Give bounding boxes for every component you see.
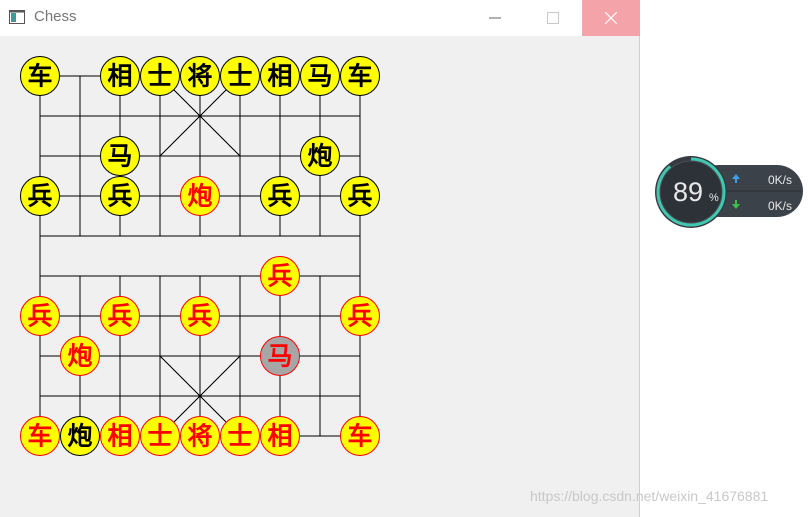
- piece-black-cannon-right[interactable]: 炮: [300, 136, 340, 176]
- piece-red-soldier-3[interactable]: 兵: [180, 296, 220, 336]
- piece-label: 士: [227, 62, 252, 91]
- piece-red-horse-selected[interactable]: 马: [260, 336, 300, 376]
- piece-red-advisor-right[interactable]: 士: [220, 416, 260, 456]
- piece-red-soldier-5[interactable]: 兵: [340, 296, 380, 336]
- piece-label: 车: [27, 422, 52, 451]
- piece-label: 炮: [67, 342, 92, 371]
- piece-red-chariot-right[interactable]: 车: [340, 416, 380, 456]
- piece-black-advisor-right[interactable]: 士: [220, 56, 260, 96]
- network-monitor-graphic: 89 % 0K/s 0K/s: [655, 156, 803, 228]
- piece-red-soldier-2[interactable]: 兵: [100, 296, 140, 336]
- piece-black-soldier-1[interactable]: 兵: [20, 176, 60, 216]
- piece-black-elephant-left[interactable]: 相: [100, 56, 140, 96]
- piece-red-cannon-advanced[interactable]: 炮: [180, 176, 220, 216]
- piece-label: 士: [147, 62, 172, 91]
- piece-red-general[interactable]: 将: [180, 416, 220, 456]
- piece-label: 车: [27, 62, 52, 91]
- piece-label: 兵: [347, 182, 372, 211]
- piece-black-chariot-left[interactable]: 车: [20, 56, 60, 96]
- piece-red-soldier-1[interactable]: 兵: [20, 296, 60, 336]
- piece-black-advisor-left[interactable]: 士: [140, 56, 180, 96]
- piece-label: 兵: [27, 302, 52, 331]
- piece-red-advisor-left[interactable]: 士: [140, 416, 180, 456]
- piece-label: 车: [347, 422, 372, 451]
- piece-label: 相: [107, 422, 132, 451]
- piece-black-soldier-2[interactable]: 兵: [100, 176, 140, 216]
- piece-label: 马: [267, 342, 292, 371]
- piece-label: 兵: [27, 182, 52, 211]
- piece-label: 炮: [187, 182, 212, 211]
- piece-label: 车: [347, 62, 372, 91]
- app-window: Chess 车相士将士相马车马炮兵兵兵兵炮兵兵兵兵兵炮马车炮相士将士相车: [0, 0, 640, 517]
- piece-black-horse-right[interactable]: 马: [300, 56, 340, 96]
- board-grid-lines: [39, 75, 361, 437]
- watermark-text: https://blog.csdn.net/weixin_41676881: [530, 488, 769, 504]
- piece-label: 兵: [107, 302, 132, 331]
- piece-red-elephant-right[interactable]: 相: [260, 416, 300, 456]
- piece-label: 将: [187, 62, 212, 91]
- piece-black-soldier-4[interactable]: 兵: [260, 176, 300, 216]
- piece-red-chariot-left[interactable]: 车: [20, 416, 60, 456]
- piece-black-cannon-captured-square[interactable]: 炮: [60, 416, 100, 456]
- piece-label: 炮: [307, 142, 332, 171]
- piece-label: 炮: [67, 422, 92, 451]
- piece-label: 士: [227, 422, 252, 451]
- piece-black-chariot-right[interactable]: 车: [340, 56, 380, 96]
- piece-label: 士: [147, 422, 172, 451]
- piece-label: 相: [267, 422, 292, 451]
- piece-label: 兵: [267, 182, 292, 211]
- piece-label: 兵: [347, 302, 372, 331]
- piece-label: 兵: [187, 302, 212, 331]
- cpu-usage-unit: %: [709, 192, 719, 204]
- piece-label: 马: [307, 62, 332, 91]
- piece-red-cannon[interactable]: 炮: [60, 336, 100, 376]
- piece-black-horse-left[interactable]: 马: [100, 136, 140, 176]
- piece-label: 兵: [107, 182, 132, 211]
- piece-red-soldier-advanced[interactable]: 兵: [260, 256, 300, 296]
- piece-black-soldier-5[interactable]: 兵: [340, 176, 380, 216]
- piece-label: 将: [187, 422, 212, 451]
- piece-black-elephant-right[interactable]: 相: [260, 56, 300, 96]
- upload-speed: 0K/s: [768, 173, 792, 187]
- piece-label: 兵: [267, 262, 292, 291]
- download-speed: 0K/s: [768, 199, 792, 213]
- piece-label: 相: [267, 62, 292, 91]
- piece-label: 相: [107, 62, 132, 91]
- chess-board[interactable]: 车相士将士相马车马 炮兵兵兵兵炮兵兵兵兵兵炮 马车炮相士将士相车: [0, 0, 640, 517]
- piece-label: 马: [107, 142, 132, 171]
- piece-red-elephant-left[interactable]: 相: [100, 416, 140, 456]
- cpu-usage-value: 89: [673, 177, 703, 207]
- network-monitor-widget[interactable]: 89 % 0K/s 0K/s: [655, 154, 805, 230]
- piece-black-general[interactable]: 将: [180, 56, 220, 96]
